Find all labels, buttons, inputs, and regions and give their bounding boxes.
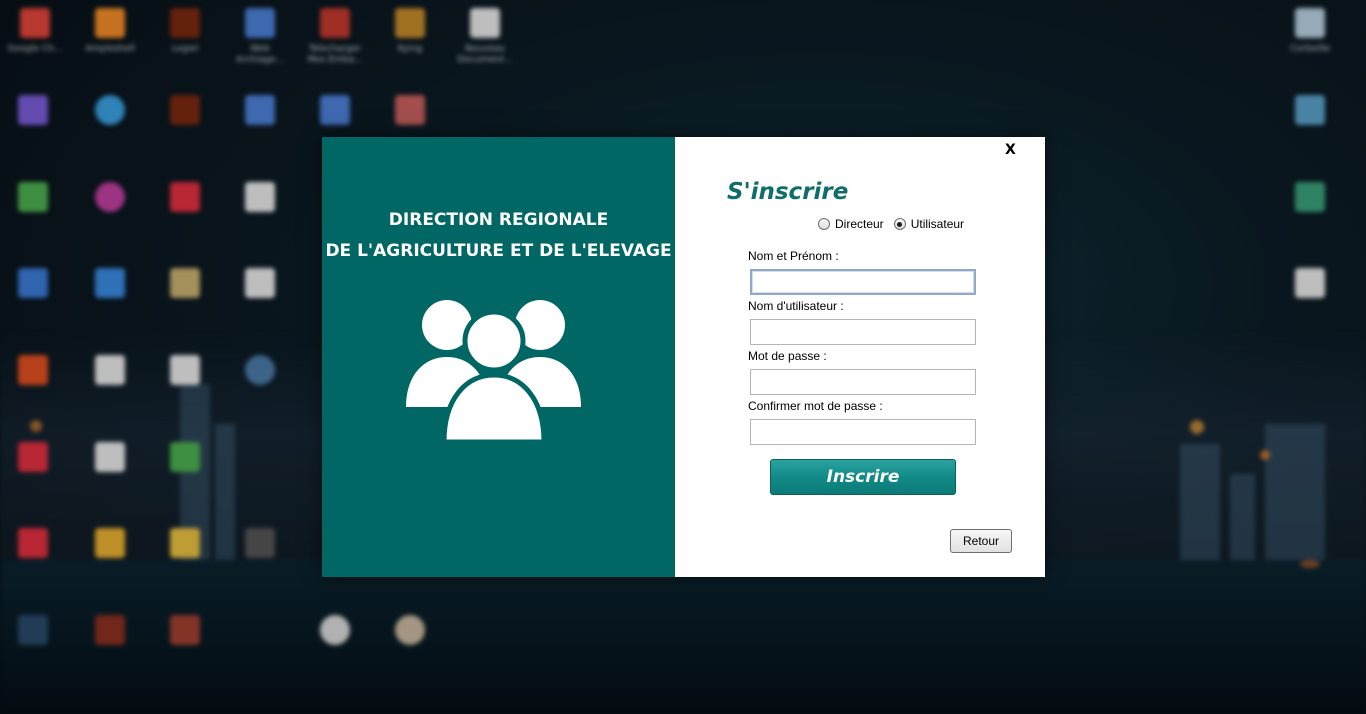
radio-directeur[interactable]: Directeur — [818, 217, 884, 231]
inscrire-button[interactable]: Inscrire — [770, 459, 956, 495]
form-title: S'inscrire — [727, 179, 849, 205]
users-group-icon — [406, 297, 582, 446]
radio-utilisateur[interactable]: Utilisateur — [893, 217, 965, 231]
org-name-line1: DIRECTION REGIONALE — [388, 210, 609, 230]
confirm-password-label: Confirmer mot de passe : — [748, 399, 883, 413]
password-field[interactable] — [750, 369, 976, 395]
close-button[interactable]: X — [1005, 142, 1016, 158]
confirm-password-field[interactable] — [750, 419, 976, 445]
fullname-label: Nom et Prénom : — [748, 249, 839, 263]
username-field[interactable] — [750, 319, 976, 345]
retour-button[interactable]: Retour — [950, 529, 1012, 553]
signup-form-panel: X S'inscrire Directeur Utilisateur Nom e… — [675, 137, 1045, 577]
username-label: Nom d'utilisateur : — [748, 299, 844, 313]
password-label: Mot de passe : — [748, 349, 827, 363]
signup-dialog: DIRECTION REGIONALE DE L'AGRICULTURE ET … — [322, 137, 1045, 577]
radio-button-checked-icon[interactable] — [893, 218, 906, 230]
radio-label: Directeur — [835, 217, 884, 231]
branding-panel: DIRECTION REGIONALE DE L'AGRICULTURE ET … — [322, 137, 675, 577]
radio-button-icon[interactable] — [818, 218, 830, 230]
role-radio-group: Directeur Utilisateur — [818, 217, 964, 231]
fullname-field[interactable] — [750, 269, 976, 295]
radio-label: Utilisateur — [910, 217, 965, 231]
org-name-line2: DE L'AGRICULTURE ET DE L'ELEVAGE — [325, 241, 672, 261]
